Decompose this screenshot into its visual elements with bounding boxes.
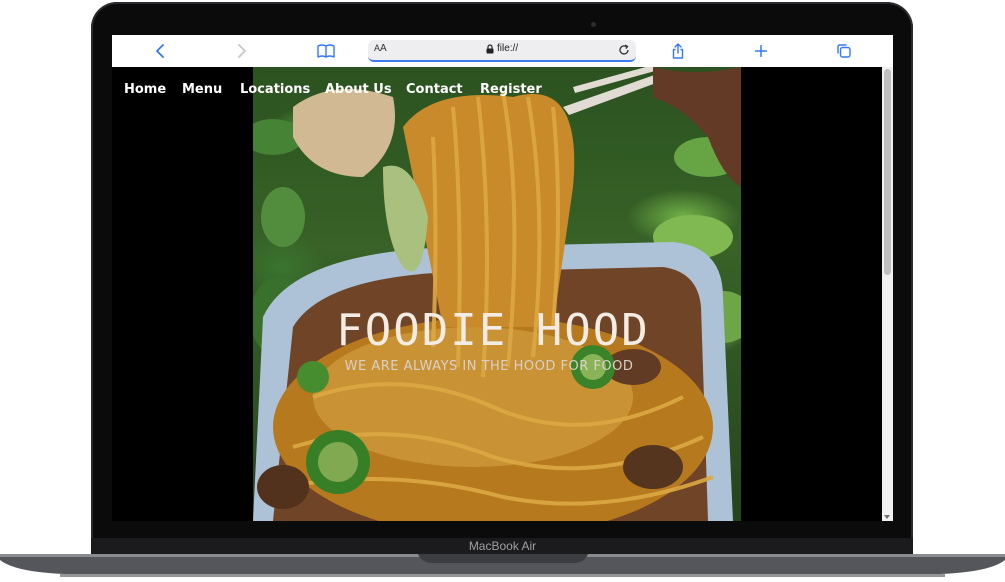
hero-image xyxy=(253,67,741,521)
back-button[interactable] xyxy=(147,40,173,62)
web-page: Home Menu Locations About Us Contact Reg… xyxy=(112,67,882,521)
plus-icon xyxy=(755,45,767,57)
browser-toolbar: AA file:// xyxy=(112,35,893,68)
address-bar[interactable]: AA file:// xyxy=(368,40,636,62)
chevron-right-icon xyxy=(238,44,246,58)
new-tab-button[interactable] xyxy=(748,40,774,62)
noodles-photo xyxy=(253,67,741,521)
nav-menu[interactable]: Menu xyxy=(182,82,222,97)
text-size-button[interactable]: AA xyxy=(374,43,387,54)
laptop-base xyxy=(0,554,1005,577)
main-nav: Home Menu Locations About Us Contact Reg… xyxy=(112,67,882,111)
vertical-scrollbar[interactable] xyxy=(882,67,893,521)
site-tagline: WE ARE ALWAYS IN THE HOOD FOR FOOD xyxy=(344,359,634,374)
chevron-left-icon xyxy=(156,44,164,58)
lock-icon xyxy=(486,43,494,53)
nav-locations[interactable]: Locations xyxy=(240,82,310,97)
book-icon xyxy=(317,44,335,58)
nav-register[interactable]: Register xyxy=(480,82,542,97)
scroll-down-arrow-icon[interactable] xyxy=(884,515,890,519)
url-display: file:// xyxy=(486,43,518,54)
share-icon xyxy=(672,43,684,59)
tabs-icon xyxy=(837,44,851,58)
site-title: FOODIE HOOD xyxy=(336,305,650,356)
nav-about-us[interactable]: About Us xyxy=(325,82,392,97)
device-label: MacBook Air xyxy=(468,539,537,553)
camera-icon xyxy=(591,22,596,27)
reload-icon xyxy=(619,44,629,55)
bookmarks-button[interactable] xyxy=(313,40,339,62)
share-button[interactable] xyxy=(665,40,691,62)
laptop-screen: AA file:// Home Menu Locations About Us … xyxy=(112,35,893,521)
nav-contact[interactable]: Contact xyxy=(406,82,463,97)
nav-home[interactable]: Home xyxy=(124,82,166,97)
forward-button[interactable] xyxy=(229,40,255,62)
reload-button[interactable] xyxy=(618,43,630,61)
laptop-base-shape xyxy=(0,554,1005,577)
tabs-overview-button[interactable] xyxy=(831,40,857,62)
scrollbar-thumb[interactable] xyxy=(884,69,891,275)
